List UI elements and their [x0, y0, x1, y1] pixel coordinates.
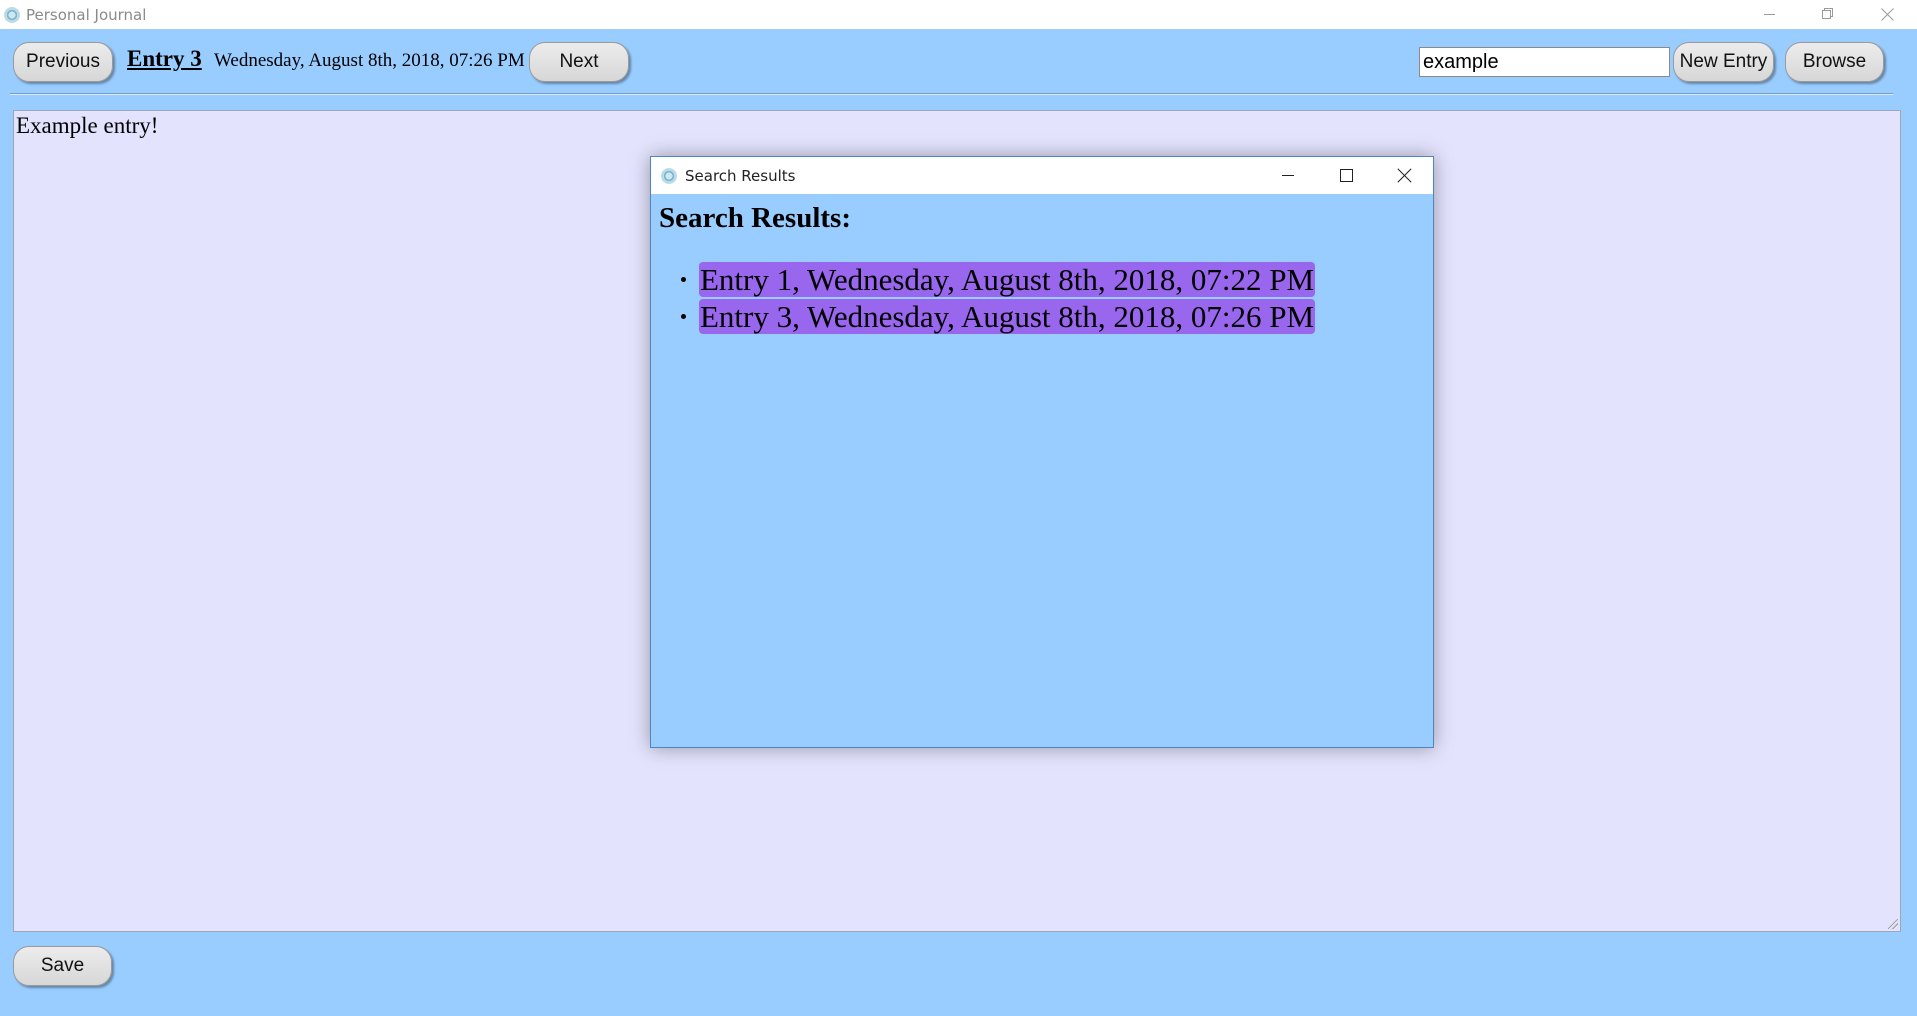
restore-icon[interactable] — [1799, 0, 1858, 29]
close-icon[interactable] — [1858, 0, 1917, 29]
app-logo-icon — [661, 167, 677, 184]
search-result-link[interactable]: Entry 1, Wednesday, August 8th, 2018, 07… — [699, 262, 1316, 297]
list-item: Entry 3, Wednesday, August 8th, 2018, 07… — [681, 298, 1316, 335]
previous-button[interactable]: Previous — [13, 42, 113, 82]
save-button[interactable]: Save — [13, 946, 112, 986]
minimize-icon[interactable] — [1259, 157, 1317, 194]
entry-content[interactable]: Example entry! — [16, 113, 158, 138]
new-entry-button[interactable]: New Entry — [1673, 42, 1774, 82]
dialog-titlebar[interactable]: Search Results — [651, 157, 1433, 194]
entry-date: Wednesday, August 8th, 2018, 07:26 PM — [214, 50, 525, 71]
bullet-icon — [681, 314, 686, 319]
entry-title[interactable]: Entry 3 — [127, 46, 202, 72]
window-title: Personal Journal — [26, 5, 147, 24]
toolbar-divider — [10, 93, 1893, 95]
app-logo-icon — [4, 6, 20, 23]
dialog-title: Search Results — [685, 166, 796, 185]
resize-grip-icon[interactable] — [1888, 919, 1898, 929]
window-controls — [1740, 0, 1917, 29]
browse-button[interactable]: Browse — [1785, 42, 1884, 82]
next-button[interactable]: Next — [529, 42, 629, 82]
dialog-heading: Search Results: — [659, 202, 851, 234]
bullet-icon — [681, 277, 686, 282]
search-input[interactable] — [1419, 47, 1670, 77]
window-titlebar: Personal Journal — [0, 0, 1917, 29]
maximize-icon[interactable] — [1317, 157, 1375, 194]
list-item: Entry 1, Wednesday, August 8th, 2018, 07… — [681, 261, 1316, 298]
dialog-controls — [1259, 157, 1433, 194]
search-results-list: Entry 1, Wednesday, August 8th, 2018, 07… — [681, 261, 1316, 335]
search-results-dialog: Search Results Search Results: Entry 1, … — [650, 156, 1434, 748]
search-result-link[interactable]: Entry 3, Wednesday, August 8th, 2018, 07… — [699, 299, 1316, 334]
close-icon[interactable] — [1375, 157, 1433, 194]
minimize-icon[interactable] — [1740, 0, 1799, 29]
